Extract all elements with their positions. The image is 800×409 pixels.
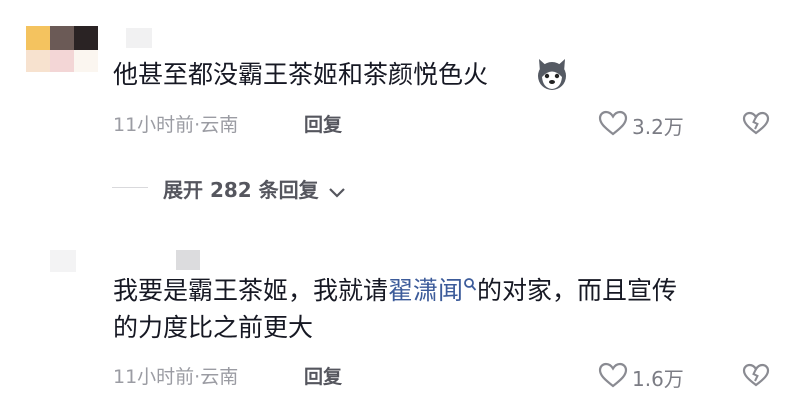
comment-text-line2: 的力度比之前更大 [113, 313, 314, 342]
comment-text: 我要是霸王茶姬，我就请翟潇闻 的对家，而且宣传 [113, 272, 677, 310]
dislike-button[interactable] [742, 363, 770, 387]
comment-time-location: 11小时前·云南 [113, 366, 239, 388]
expand-replies-label: 展开 282 条回复 [163, 178, 319, 202]
broken-heart-icon [742, 363, 770, 387]
comment-text: 他甚至都没霸王茶姬和茶颜悦色火 [113, 56, 488, 94]
username-placeholder [126, 28, 152, 48]
avatar[interactable] [50, 250, 76, 272]
like-count: 3.2万 [632, 115, 684, 139]
chevron-down-icon [328, 187, 345, 198]
reply-button[interactable]: 回复 [304, 110, 342, 137]
broken-heart-icon [742, 111, 770, 135]
mention-link[interactable]: 翟潇闻 [388, 276, 477, 305]
username-placeholder [176, 250, 200, 270]
comment-body: 他甚至都没霸王茶姬和茶颜悦色火 [113, 60, 489, 89]
dislike-button[interactable] [742, 111, 770, 135]
avatar[interactable] [26, 26, 98, 72]
reply-button[interactable]: 回复 [304, 362, 342, 389]
like-button[interactable] [598, 110, 628, 136]
search-icon [464, 278, 477, 291]
heart-icon [598, 362, 628, 388]
expand-divider [112, 187, 148, 188]
comment-time-location: 11小时前·云南 [113, 114, 239, 136]
heart-icon [598, 110, 628, 136]
comment-body: 我要是霸王茶姬，我就请 [113, 276, 389, 305]
like-button[interactable] [598, 362, 628, 388]
expand-replies-button[interactable]: 展开 282 条回复 [163, 174, 346, 203]
mention-link-text: 翟潇闻 [388, 276, 464, 305]
like-count: 1.6万 [632, 367, 684, 391]
husky-dog-emoji [535, 57, 569, 91]
comment-body: 的对家，而且宣传 [477, 276, 678, 305]
